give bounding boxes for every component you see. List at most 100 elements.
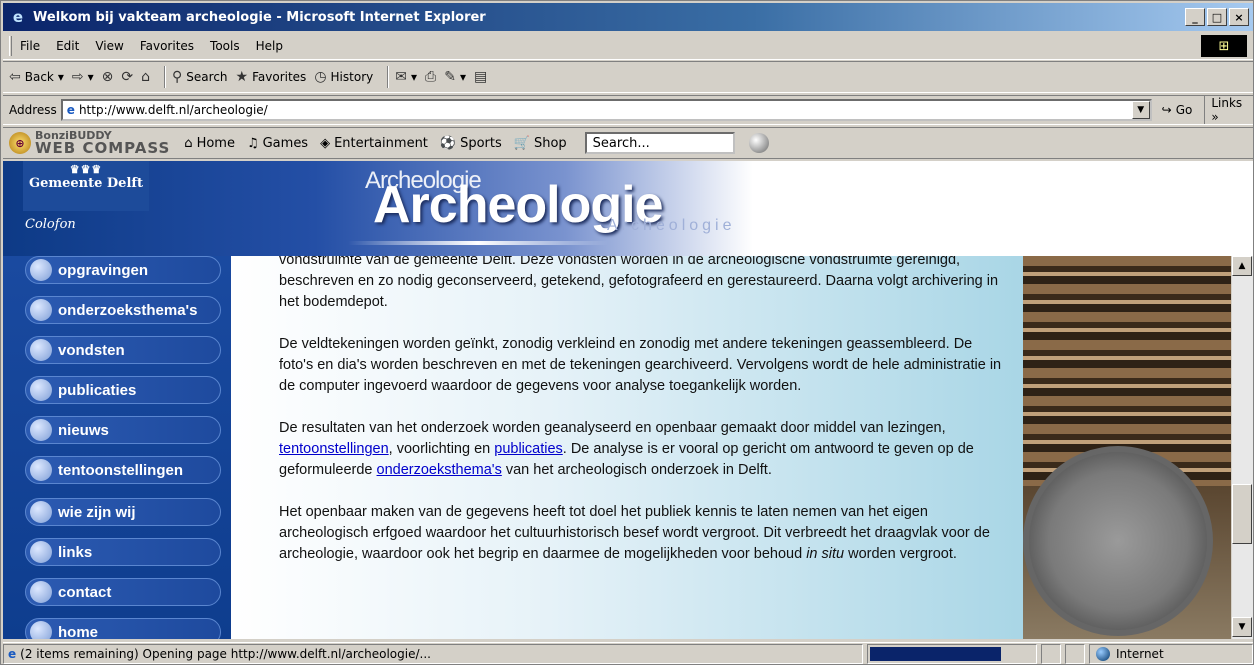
bonzi-search-input[interactable]: Search...: [584, 132, 735, 154]
cart-icon: 🛒: [513, 135, 530, 151]
loading-page-icon: e: [8, 646, 17, 661]
back-arrow-icon: ⇦: [9, 69, 21, 85]
stop-button[interactable]: ⊗: [102, 69, 114, 85]
favorites-button[interactable]: ★ Favorites: [236, 69, 307, 85]
nav-item-nieuws[interactable]: nieuws: [25, 416, 221, 444]
nav-bullet-icon: [30, 501, 52, 523]
window-title: Welkom bij vakteam archeologie - Microso…: [33, 9, 486, 25]
artifact-image: [1023, 256, 1231, 639]
bonzi-games-button[interactable]: ♫ Games: [247, 136, 308, 151]
standard-toolbar: ⇦ Back ▾ ⇨ ▾ ⊗ ⟳ ⌂ ⚲ Search ★ Favorites ◷ Hist…: [3, 61, 1253, 93]
search-go-icon[interactable]: [748, 133, 769, 153]
security-zone: Internet: [1089, 643, 1253, 664]
progress-bar: [867, 643, 1037, 664]
link-onderzoeksthemas[interactable]: onderzoeksthema's: [377, 462, 502, 478]
menu-view[interactable]: View: [95, 39, 123, 53]
nav-item-wie-zijn-wij[interactable]: wie zijn wij: [25, 498, 221, 526]
bonzibuddy-logo[interactable]: ⊕ BonziBUDDY WEB COMPASS: [9, 130, 170, 156]
link-tentoonstellingen[interactable]: tentoonstellingen: [279, 441, 389, 457]
forward-button[interactable]: ⇨ ▾: [72, 69, 94, 85]
refresh-button[interactable]: ⟳: [121, 69, 133, 85]
browser-window: e Welkom bij vakteam archeologie - Micro…: [0, 0, 1254, 665]
discuss-button[interactable]: ▤: [474, 69, 487, 85]
edit-dropdown-icon[interactable]: ▾: [460, 70, 466, 84]
bonzi-shop-button[interactable]: 🛒 Shop: [514, 136, 567, 151]
address-bar: Address e http://www.delft.nl/archeologi…: [3, 95, 1253, 125]
ie-icon: e: [12, 8, 24, 26]
windows-logo-icon: ⊞: [1201, 35, 1247, 57]
bonzi-sports-button[interactable]: ⚽ Sports: [440, 136, 502, 151]
stop-icon: ⊗: [101, 69, 114, 85]
links-button[interactable]: Links »: [1204, 96, 1253, 124]
back-dropdown-icon[interactable]: ▾: [58, 70, 64, 84]
forward-arrow-icon: ⇨: [71, 69, 84, 85]
house-icon: ⌂: [184, 135, 193, 151]
forward-dropdown-icon[interactable]: ▾: [88, 70, 94, 84]
soccer-ball-icon: ⚽: [439, 135, 457, 151]
nav-item-onderzoeksthemas[interactable]: onderzoeksthema's: [25, 296, 221, 324]
home-button[interactable]: ⌂: [141, 69, 150, 85]
nav-item-tentoonstellingen[interactable]: tentoonstellingen: [25, 456, 221, 484]
seal-image: [1023, 446, 1213, 636]
discuss-icon: ▤: [473, 69, 488, 85]
favorites-icon: ★: [235, 69, 249, 85]
site-header: ♛♛♛ Gemeente Delft Colofon Archeologie A…: [3, 161, 1253, 256]
edit-button[interactable]: ✎ ▾: [444, 69, 466, 85]
nav-item-contact[interactable]: contact: [25, 578, 221, 606]
menu-favorites[interactable]: Favorites: [140, 39, 194, 53]
nav-item-home[interactable]: home: [25, 618, 221, 639]
status-bar: e (2 items remaining) Opening page http:…: [3, 642, 1253, 664]
nav-item-links[interactable]: links: [25, 538, 221, 566]
menu-tools[interactable]: Tools: [210, 39, 240, 53]
back-button[interactable]: ⇦ Back ▾: [9, 69, 64, 85]
address-dropdown-icon[interactable]: ▼: [1131, 101, 1150, 119]
progress-fill: [870, 646, 1002, 661]
bonzi-entertainment-button[interactable]: ◈ Entertainment: [320, 136, 428, 151]
toolbar-grip[interactable]: [9, 36, 12, 56]
status-text: (2 items remaining) Opening page http://…: [20, 646, 431, 661]
close-button[interactable]: ×: [1229, 8, 1249, 26]
search-icon: ⚲: [172, 69, 183, 85]
menu-edit[interactable]: Edit: [56, 39, 79, 53]
scroll-up-icon[interactable]: ▲: [1232, 256, 1252, 276]
mail-dropdown-icon[interactable]: ▾: [411, 70, 417, 84]
address-url: http://www.delft.nl/archeologie/: [78, 103, 268, 117]
menu-help[interactable]: Help: [256, 39, 283, 53]
status-panel: [1041, 643, 1061, 664]
mail-button[interactable]: ✉ ▾: [395, 69, 417, 85]
go-button[interactable]: ↪ Go: [1162, 103, 1193, 117]
history-icon: ◷: [314, 69, 327, 85]
nav-item-vondsten[interactable]: vondsten: [25, 336, 221, 364]
menu-file[interactable]: File: [20, 39, 40, 53]
page-content: ♛♛♛ Gemeente Delft Colofon Archeologie A…: [3, 161, 1253, 639]
scroll-thumb[interactable]: [1232, 484, 1252, 544]
nav-item-publicaties[interactable]: publicaties: [25, 376, 221, 404]
header-title-ghost: Archeologie: [607, 217, 736, 234]
nav-bullet-icon: [30, 621, 52, 639]
nav-item-opgravingen[interactable]: opgravingen: [25, 256, 221, 284]
status-text-panel: e (2 items remaining) Opening page http:…: [3, 643, 863, 664]
search-button[interactable]: ⚲ Search: [172, 69, 228, 85]
print-button[interactable]: ⎙: [425, 69, 436, 85]
crown-icon: ♛♛♛: [69, 163, 103, 176]
colofon-link[interactable]: Colofon: [25, 217, 76, 232]
maximize-button[interactable]: □: [1207, 8, 1227, 26]
nav-bullet-icon: [30, 419, 52, 441]
bonzibuddy-toolbar: ⊕ BonziBUDDY WEB COMPASS ⌂ Home ♫ Games ◈ E…: [3, 127, 1253, 159]
link-publicaties[interactable]: publicaties: [494, 441, 563, 457]
article-area: vondstruimte van de gemeente Delft. Deze…: [231, 256, 1023, 639]
go-arrow-icon: ↪: [1161, 103, 1172, 117]
scroll-down-icon[interactable]: ▼: [1232, 617, 1252, 637]
menu-bar: File Edit View Favorites Tools Help ⊞: [3, 33, 1253, 60]
history-button[interactable]: ◷ History: [314, 69, 373, 85]
games-icon: ♫: [246, 135, 259, 151]
vertical-scrollbar[interactable]: ▲ ▼: [1231, 256, 1253, 639]
sidebar-nav: opgravingen onderzoeksthema's vondsten p…: [3, 256, 231, 639]
nav-bullet-icon: [30, 459, 52, 481]
toolbar-separator: [387, 66, 390, 88]
address-input[interactable]: e http://www.delft.nl/archeologie/ ▼: [60, 99, 1152, 121]
nav-bullet-icon: [30, 259, 52, 281]
bonzi-home-button[interactable]: ⌂ Home: [184, 136, 235, 151]
minimize-button[interactable]: _: [1185, 8, 1205, 26]
gemeente-delft-logo[interactable]: ♛♛♛ Gemeente Delft: [23, 161, 149, 211]
